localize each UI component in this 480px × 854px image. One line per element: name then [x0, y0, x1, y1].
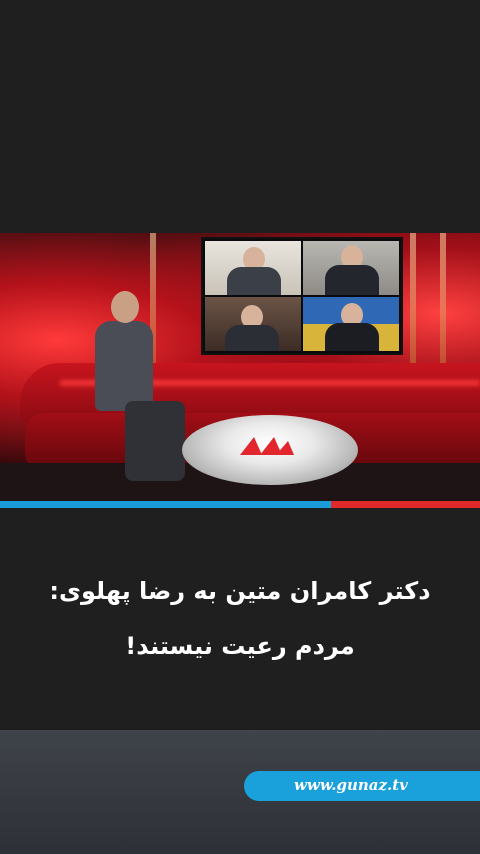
- video-wall-screen: [201, 237, 403, 355]
- guest-feed-4: [303, 297, 399, 351]
- website-url-pill[interactable]: www.gunaz.tv: [244, 771, 480, 801]
- headline-line-2: مردم رعیت نیستند!: [125, 632, 355, 660]
- guest-feed-3: [205, 297, 301, 351]
- guest-feed-2: [303, 241, 399, 295]
- headline-caption: دکتر کامران متین به رضا پهلوی: مردم رعیت…: [0, 508, 480, 730]
- top-letterbox: [0, 0, 480, 233]
- website-url[interactable]: www.gunaz.tv: [294, 776, 408, 794]
- guest-feed-1: [205, 241, 301, 295]
- video-progress-bar[interactable]: [0, 501, 480, 508]
- channel-logo-icon: [240, 437, 294, 455]
- video-frame[interactable]: [0, 233, 480, 501]
- footer-banner: www.gunaz.tv: [0, 730, 480, 854]
- presenter: [95, 291, 185, 491]
- headline-line-1: دکتر کامران متین به رضا پهلوی:: [49, 577, 431, 605]
- video-progress-played: [0, 501, 332, 508]
